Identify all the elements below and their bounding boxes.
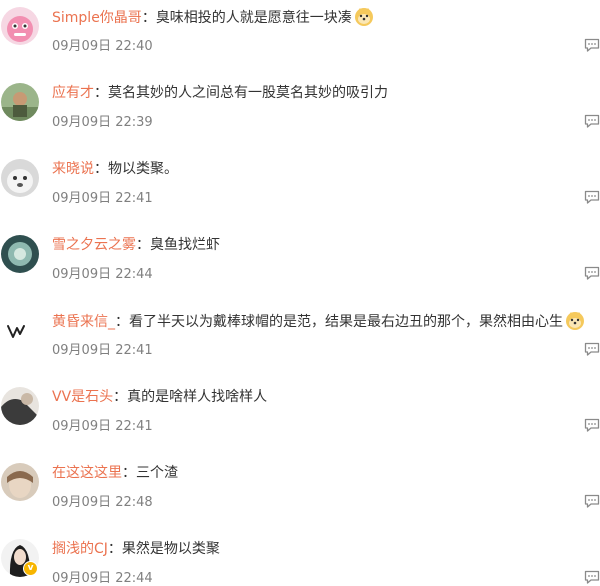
comment-username[interactable]: Simple你晶哥 (52, 10, 142, 26)
comment-username[interactable]: 黄昏来信_ (52, 314, 115, 330)
comment-colon: ： (94, 161, 108, 177)
comment-colon: ： (94, 85, 108, 101)
comment-list: Simple你晶哥：臭味相投的人就是愿意往一块凑 09月09日 22:40 应有… (0, 0, 600, 586)
comment-username[interactable]: 雪之夕云之雾 (52, 237, 136, 253)
comment-time: 09月09日 22:39 (52, 115, 153, 130)
comment-username[interactable]: 来晓说 (52, 161, 94, 177)
comment-item: 应有才：莫名其妙的人之间总有一股莫名其妙的吸引力 09月09日 22:39 (0, 78, 600, 154)
comment-username[interactable]: VV是石头 (52, 389, 113, 405)
comment-reply-icon[interactable] (584, 113, 600, 129)
comment-item: Simple你晶哥：臭味相投的人就是愿意往一块凑 09月09日 22:40 (0, 2, 600, 78)
comment-item: v 搁浅的CJ：果然是物以类聚 09月09日 22:44 (0, 534, 600, 586)
comment-item: VV是石头：真的是啥样人找啥样人 09月09日 22:41 (0, 382, 600, 458)
comment-item: 在这这这里：三个渣 09月09日 22:48 (0, 458, 600, 534)
comment-username[interactable]: 在这这这里 (52, 465, 122, 481)
comment-text: 臭味相投的人就是愿意往一块凑 (155, 10, 352, 26)
comment-text: 臭鱼找烂虾 (150, 237, 220, 253)
comment-item: 来晓说：物以类聚。 09月09日 22:41 (0, 154, 600, 230)
comment-reply-icon[interactable] (584, 37, 600, 53)
user-avatar[interactable] (1, 463, 39, 501)
comment-text: 果然是物以类聚 (121, 541, 220, 557)
comment-colon: ： (141, 10, 156, 26)
comment-username[interactable]: 搁浅的CJ (52, 541, 108, 557)
comment-username[interactable]: 应有才 (52, 85, 94, 101)
comment-text: 看了半天以为戴棒球帽的是范，结果是最右边丑的那个，果然相由心生 (129, 314, 563, 330)
user-avatar[interactable] (1, 7, 39, 45)
comment-reply-icon[interactable] (584, 569, 600, 585)
comment-item: 雪之夕云之雾：臭鱼找烂虾 09月09日 22:44 (0, 230, 600, 306)
comment-text: 物以类聚。 (108, 161, 178, 177)
comment-reply-icon[interactable] (584, 265, 600, 281)
doge-emoji-icon (354, 7, 374, 33)
comment-reply-icon[interactable] (584, 341, 600, 357)
comment-time: 09月09日 22:44 (52, 571, 153, 586)
comment-reply-icon[interactable] (584, 189, 600, 205)
comment-colon: ： (136, 237, 150, 253)
comment-reply-icon[interactable] (584, 493, 600, 509)
comment-item: 黄昏来信_：看了半天以为戴棒球帽的是范，结果是最右边丑的那个，果然相由心生 09… (0, 306, 600, 382)
user-avatar[interactable] (1, 387, 39, 425)
doge-emoji-icon (565, 311, 585, 337)
comment-text: 莫名其妙的人之间总有一股莫名其妙的吸引力 (108, 85, 388, 101)
comment-time: 09月09日 22:40 (52, 39, 153, 54)
comment-text: 三个渣 (136, 465, 178, 481)
comment-time: 09月09日 22:44 (52, 267, 153, 282)
comment-time: 09月09日 22:41 (52, 343, 153, 358)
comment-colon: ： (122, 465, 136, 481)
verified-badge-icon: v (23, 561, 38, 576)
comment-colon: ： (113, 389, 128, 405)
comment-text: 真的是啥样人找啥样人 (127, 389, 268, 405)
user-avatar[interactable] (1, 83, 39, 121)
comment-time: 09月09日 22:48 (52, 495, 153, 510)
user-avatar[interactable] (1, 235, 39, 273)
comment-colon: ： (107, 541, 122, 557)
user-avatar[interactable] (1, 311, 39, 349)
comment-reply-icon[interactable] (584, 417, 600, 433)
user-avatar[interactable] (1, 159, 39, 197)
comment-time: 09月09日 22:41 (52, 419, 153, 434)
comment-time: 09月09日 22:41 (52, 191, 153, 206)
comment-colon: ： (115, 314, 129, 330)
